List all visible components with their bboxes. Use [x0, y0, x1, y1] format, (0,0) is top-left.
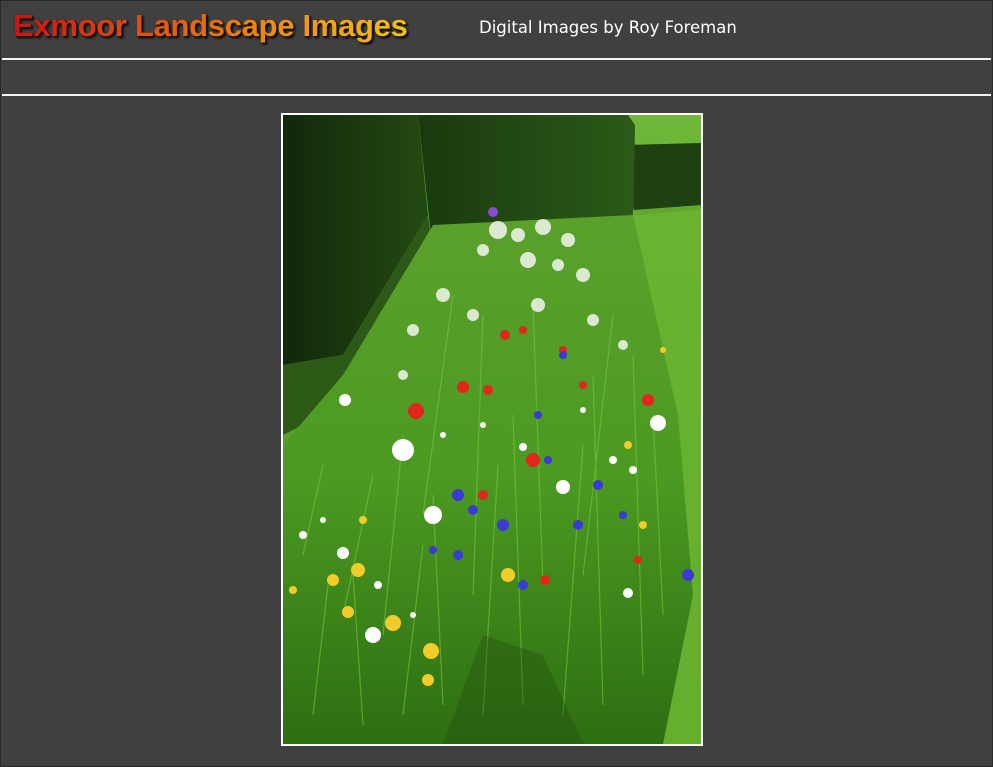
- nav-divider: [2, 94, 991, 96]
- wildflower-meadow-photo-icon: [283, 115, 701, 744]
- site-subtitle: Digital Images by Roy Foreman: [479, 18, 737, 37]
- site-title[interactable]: Exmoor Landscape Images: [13, 8, 408, 44]
- site-header: Exmoor Landscape Images Digital Images b…: [2, 2, 991, 58]
- nav-bar: [2, 60, 991, 94]
- wildflower-photo[interactable]: [281, 113, 703, 746]
